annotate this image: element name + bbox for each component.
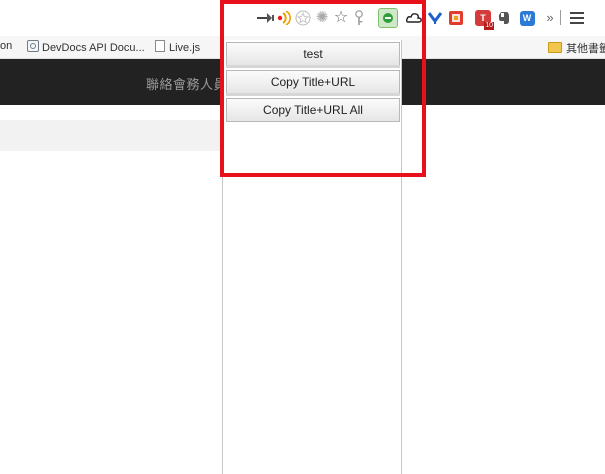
pocket-graphic xyxy=(428,12,442,24)
star-circle-graphic xyxy=(295,10,311,26)
bookmark-item-cut[interactable]: on xyxy=(0,40,12,52)
bookmark-item-livejs[interactable]: Live.js xyxy=(155,40,200,54)
cloud-icon[interactable] xyxy=(405,9,423,27)
menu-item-copy-title-url[interactable]: Copy Title+URL xyxy=(226,70,400,94)
search-icon xyxy=(27,40,39,52)
menu-item-copy-title-url-all[interactable]: Copy Title+URL All xyxy=(226,98,400,122)
key-graphic xyxy=(355,10,363,25)
overflow-chevron-icon[interactable]: » xyxy=(541,9,559,27)
hamburger-graphic xyxy=(570,12,584,24)
star-outline-icon[interactable] xyxy=(294,9,312,27)
bookmark-other-label: 其他書籤 xyxy=(566,43,605,55)
folder-icon xyxy=(548,42,562,53)
content-strip xyxy=(0,120,222,151)
menu-icon[interactable] xyxy=(568,9,586,27)
red-extension-graphic xyxy=(449,11,463,25)
evernote-icon[interactable] xyxy=(495,9,513,27)
sun-icon[interactable]: ✺ xyxy=(313,9,331,27)
green-extension-icon[interactable] xyxy=(378,8,398,28)
w-extension-icon[interactable]: W xyxy=(518,9,536,27)
page-icon xyxy=(155,40,165,52)
pocket-icon[interactable] xyxy=(426,9,444,27)
browser-toolbar: ✺ ☆ T 10 W » xyxy=(0,0,605,36)
header-nav-text[interactable]: 聯絡會務人員 xyxy=(146,74,227,93)
bookmark-label: on xyxy=(0,40,13,52)
toolbar-divider xyxy=(560,10,561,25)
menu-separator xyxy=(226,93,400,96)
ttp-extension-icon[interactable]: T 10 xyxy=(474,9,494,30)
green-circle-icon xyxy=(383,13,393,23)
pin-icon[interactable] xyxy=(257,9,275,27)
rss-icon-graphic xyxy=(277,11,291,25)
extension-popup: test Copy Title+URL Copy Title+URL All xyxy=(222,40,402,474)
bookmark-item-devdocs[interactable]: DevDocs API Docu... xyxy=(27,40,145,54)
menu-separator xyxy=(226,65,400,68)
bookmark-star-icon[interactable]: ☆ xyxy=(332,9,350,27)
key-icon[interactable] xyxy=(350,9,368,27)
bookmark-other-folder[interactable]: 其他書籤 xyxy=(548,40,605,56)
w-square: W xyxy=(519,10,535,26)
rss-icon[interactable] xyxy=(275,9,293,27)
menu-item-test[interactable]: test xyxy=(226,42,400,66)
bookmark-label: DevDocs API Docu... xyxy=(42,42,145,54)
evernote-graphic xyxy=(499,12,509,24)
ttp-badge: 10 xyxy=(484,22,494,30)
pin-icon-graphic xyxy=(257,13,274,23)
cloud-graphic xyxy=(406,13,422,23)
red-extension-icon[interactable] xyxy=(447,9,465,27)
bookmark-label: Live.js xyxy=(169,42,201,54)
